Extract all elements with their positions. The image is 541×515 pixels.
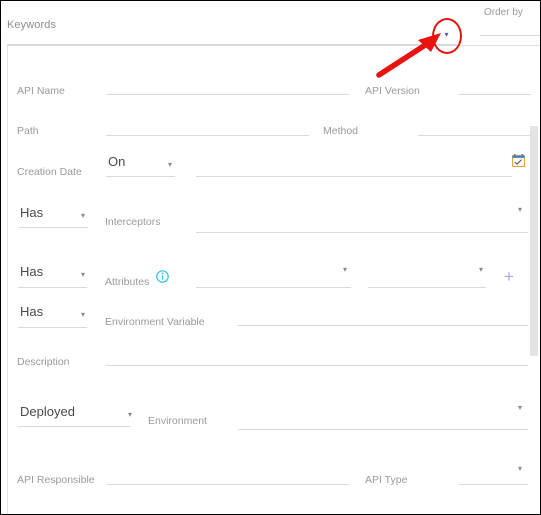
environment-operator-value[interactable]: Deployed: [20, 405, 75, 419]
order-by-input-underline[interactable]: [480, 35, 540, 36]
creation-date-operator-value[interactable]: On: [108, 155, 125, 169]
api-responsible-label: API Responsible: [17, 474, 95, 486]
api-type-input[interactable]: [458, 484, 528, 485]
method-label: Method: [323, 125, 359, 137]
environment-operator-caret-icon[interactable]: ▾: [125, 411, 135, 419]
api-version-label: API Version: [365, 85, 420, 97]
api-type-dropdown-caret-icon[interactable]: ▾: [515, 465, 525, 473]
method-input[interactable]: [418, 135, 533, 136]
add-attribute-button[interactable]: +: [502, 268, 516, 285]
api-responsible-input[interactable]: [106, 484, 349, 485]
interceptors-operator-underline[interactable]: [18, 227, 87, 228]
creation-date-operator-underline[interactable]: [106, 176, 175, 177]
attributes-operator-value[interactable]: Has: [20, 265, 43, 279]
environment-variable-operator-underline[interactable]: [18, 327, 87, 328]
interceptors-dropdown-caret-icon[interactable]: ▾: [515, 206, 525, 214]
environment-variable-label: Environment Variable: [105, 316, 205, 328]
attributes-operator-caret-icon[interactable]: ▾: [78, 271, 88, 279]
attributes-operator-underline[interactable]: [18, 287, 87, 288]
environment-operator-underline[interactable]: [18, 426, 131, 427]
info-icon[interactable]: [156, 270, 169, 283]
vertical-scrollbar-track[interactable]: [530, 46, 539, 514]
interceptors-operator-caret-icon[interactable]: ▾: [78, 212, 88, 220]
description-input[interactable]: [106, 365, 528, 366]
order-by-label: Order by: [484, 7, 523, 18]
api-type-label: API Type: [365, 474, 408, 486]
attributes-label: Attributes: [105, 276, 150, 288]
vertical-scrollbar-thumb[interactable]: [530, 126, 538, 356]
attributes-value-caret-icon[interactable]: ▾: [476, 266, 486, 274]
interceptors-input[interactable]: [196, 232, 528, 233]
attributes-value-input[interactable]: [368, 287, 486, 288]
environment-dropdown-caret-icon[interactable]: ▾: [515, 404, 525, 412]
api-version-input[interactable]: [458, 94, 533, 95]
environment-variable-operator-caret-icon[interactable]: ▾: [78, 311, 88, 319]
path-label: Path: [17, 125, 39, 137]
description-label: Description: [17, 356, 70, 368]
keywords-label: Keywords: [7, 19, 57, 31]
attributes-key-caret-icon[interactable]: ▾: [340, 266, 350, 274]
api-search-filter-panel: Keywords ▾ Order by API Name API Version…: [0, 0, 541, 515]
annotation-highlight-ellipse: [432, 18, 462, 54]
creation-date-label: Creation Date: [17, 166, 82, 178]
interceptors-operator-value[interactable]: Has: [20, 206, 43, 220]
api-name-input[interactable]: [106, 94, 349, 95]
api-name-label: API Name: [17, 85, 65, 97]
interceptors-label: Interceptors: [105, 216, 161, 228]
panel-left-border: [7, 45, 8, 514]
environment-variable-operator-value[interactable]: Has: [20, 305, 43, 319]
creation-date-input[interactable]: [196, 176, 512, 177]
attributes-key-input[interactable]: [196, 287, 351, 288]
header-divider: [7, 45, 540, 46]
creation-date-operator-caret-icon[interactable]: ▾: [165, 161, 175, 169]
environment-label: Environment: [148, 415, 207, 427]
path-input[interactable]: [106, 135, 309, 136]
environment-variable-input[interactable]: [237, 325, 528, 326]
calendar-icon[interactable]: [512, 154, 525, 167]
environment-input[interactable]: [238, 429, 528, 430]
